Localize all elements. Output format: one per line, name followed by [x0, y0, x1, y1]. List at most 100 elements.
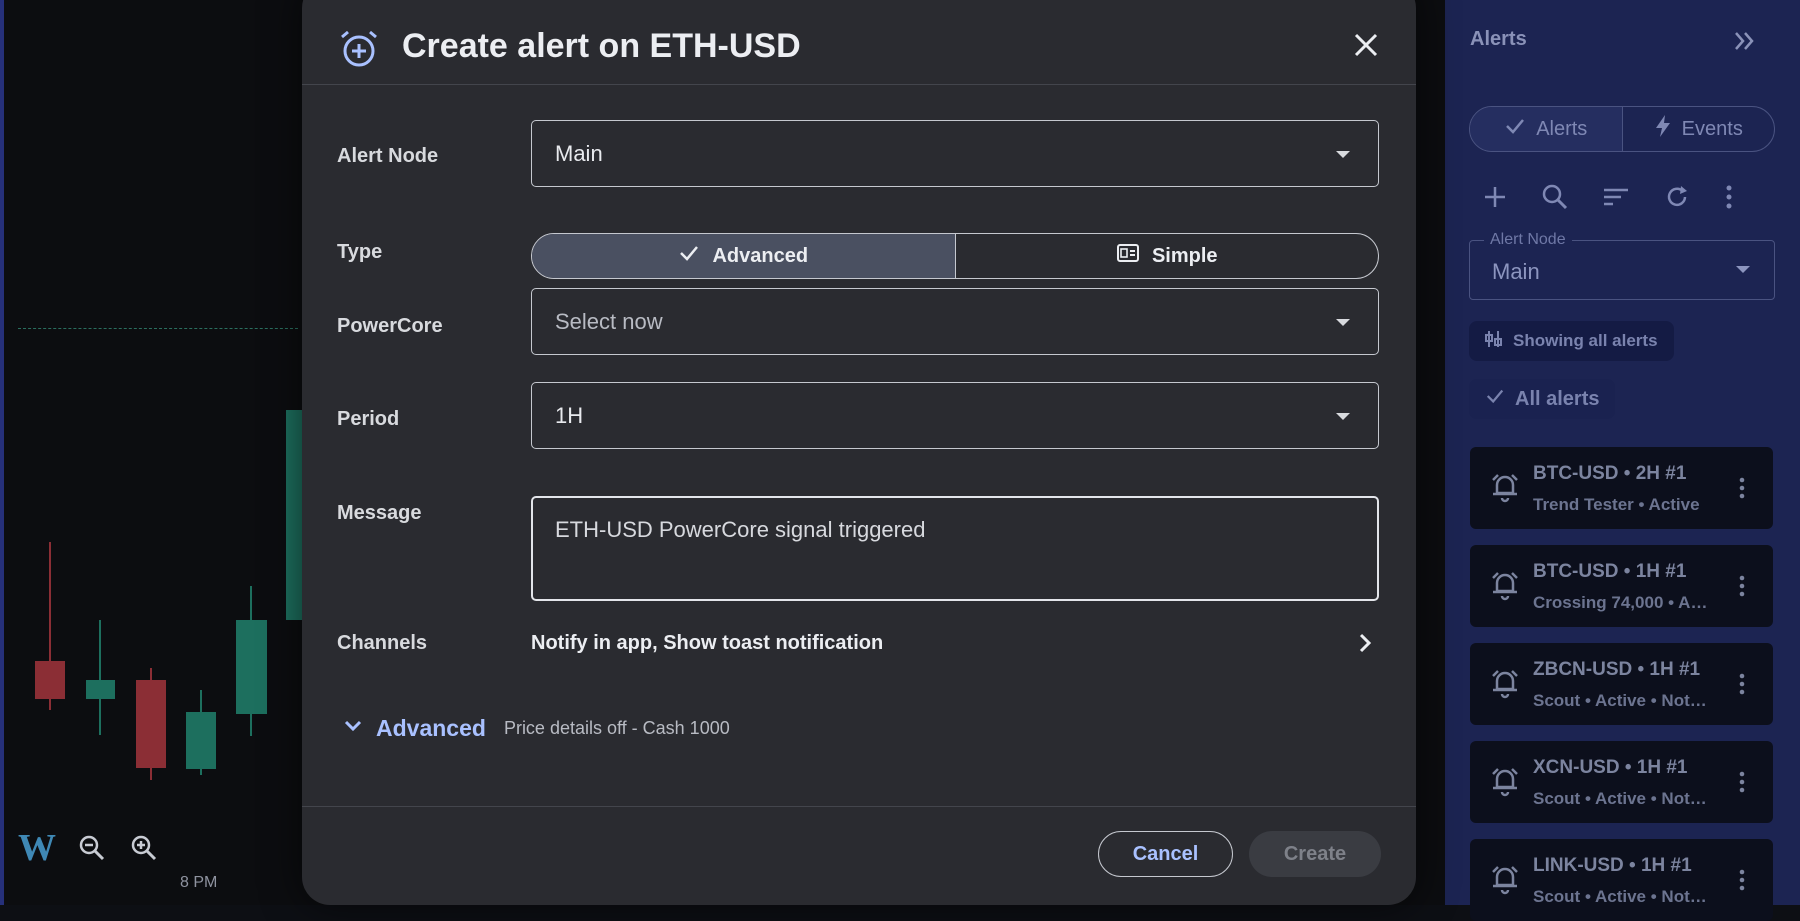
check-icon	[1504, 115, 1526, 143]
alert-subtitle: Scout • Active • Notify	[1533, 887, 1708, 906]
check-icon	[678, 242, 700, 270]
zoom-out-icon[interactable]	[78, 834, 106, 862]
candle	[136, 680, 166, 768]
alert-item[interactable]: LINK-USD • 1H #1 Scout • Active • Notify	[1470, 839, 1773, 921]
channels-label: Channels	[337, 632, 428, 654]
time-axis-label: 8 PM	[180, 874, 218, 891]
type-toggle: Advanced Simple	[531, 233, 1379, 279]
advanced-label: Advanced	[376, 715, 486, 741]
alert-subtitle: Scout • Active • Notify	[1533, 691, 1708, 710]
advanced-summary: Price details off - Cash 1000	[503, 718, 730, 738]
alert-node-label: Alert Node	[337, 145, 439, 167]
powercore-label: PowerCore	[337, 315, 443, 337]
dialog-header: Create alert on ETH-USD	[302, 0, 1416, 85]
card-icon	[1116, 243, 1140, 269]
bell-icon	[1490, 667, 1520, 704]
field-legend: Alert Node	[1484, 231, 1572, 249]
zoom-in-icon[interactable]	[130, 834, 158, 862]
alert-node-select[interactable]: Main	[531, 120, 1379, 187]
alert-title: BTC-USD • 1H #1	[1533, 561, 1687, 582]
bell-icon	[1490, 471, 1520, 508]
alert-item[interactable]: BTC-USD • 1H #1 Crossing 74,000 • Active	[1470, 545, 1773, 627]
sort-icon[interactable]	[1603, 187, 1629, 212]
alert-title: BTC-USD • 2H #1	[1533, 463, 1687, 484]
candle	[236, 620, 267, 714]
advanced-section-toggle[interactable]: Advanced Price details off - Cash 1000	[342, 715, 730, 742]
bell-icon	[1490, 569, 1520, 606]
check-icon	[1485, 386, 1505, 412]
create-alert-dialog: Create alert on ETH-USD Alert Node Main …	[302, 0, 1416, 905]
create-button[interactable]: Create	[1249, 831, 1381, 877]
dialog-title: Create alert on ETH-USD	[402, 27, 801, 65]
panel-alert-node-select[interactable]: Alert Node Main	[1469, 231, 1775, 300]
period-select[interactable]: 1H	[531, 382, 1379, 449]
alert-title: ZBCN-USD • 1H #1	[1533, 659, 1701, 680]
type-simple-option[interactable]: Simple	[956, 234, 1379, 278]
cancel-button[interactable]: Cancel	[1098, 831, 1233, 877]
filter-icon	[1485, 330, 1503, 353]
type-advanced-option[interactable]: Advanced	[532, 234, 956, 278]
select-value: 1H	[555, 403, 584, 428]
candle-wick	[99, 620, 101, 735]
filter-chip[interactable]: Showing all alerts	[1469, 321, 1674, 361]
footer-divider	[302, 806, 1416, 807]
more-vert-icon[interactable]	[1738, 869, 1746, 896]
alarm-add-icon	[338, 28, 380, 75]
message-textarea[interactable]: ETH-USD PowerCore signal triggered	[531, 496, 1379, 601]
message-label: Message	[337, 502, 422, 524]
channels-value[interactable]: Notify in app, Show toast notification	[531, 632, 883, 655]
more-vert-icon[interactable]	[1738, 575, 1746, 602]
bell-icon	[1490, 863, 1520, 900]
tab-label: Events	[1681, 117, 1743, 140]
candle	[86, 680, 115, 699]
caret-down-icon	[1336, 413, 1350, 420]
chevron-down-icon	[342, 715, 364, 742]
alerts-panel: Alerts Alerts Events Alert Node Main Sho…	[1445, 0, 1800, 921]
alerts-toolbar	[1483, 184, 1733, 215]
chart-tools: W	[18, 826, 158, 870]
option-label: Simple	[1151, 244, 1218, 267]
field-value: Main	[1492, 259, 1540, 284]
tab-events[interactable]: Events	[1623, 107, 1775, 151]
chart-edge	[0, 0, 4, 905]
alert-subtitle: Scout • Active • Notify	[1533, 789, 1708, 808]
alerts-events-tabs: Alerts Events	[1469, 106, 1775, 152]
all-alerts-chip[interactable]: All alerts	[1469, 379, 1616, 419]
powercore-select[interactable]: Select now	[531, 288, 1379, 355]
tab-alerts[interactable]: Alerts	[1470, 107, 1623, 151]
bolt-icon	[1654, 114, 1672, 144]
caret-down-icon	[1336, 151, 1350, 158]
bell-icon	[1490, 765, 1520, 802]
close-icon[interactable]	[1353, 32, 1379, 63]
more-vert-icon[interactable]	[1738, 477, 1746, 504]
alert-title: XCN-USD • 1H #1	[1533, 757, 1688, 778]
panel-title: Alerts	[1470, 28, 1527, 50]
alert-item[interactable]: XCN-USD • 1H #1 Scout • Active • Notify	[1470, 741, 1773, 823]
price-line	[18, 328, 298, 329]
chip-label: All alerts	[1515, 387, 1600, 410]
candle	[186, 712, 216, 769]
alert-item[interactable]: BTC-USD • 2H #1 Trend Tester • Active	[1470, 447, 1773, 529]
message-text: ETH-USD PowerCore signal triggered	[555, 517, 926, 542]
select-placeholder: Select now	[555, 309, 663, 334]
search-icon[interactable]	[1542, 184, 1568, 215]
logo: W	[18, 827, 56, 869]
more-vert-icon[interactable]	[1725, 185, 1733, 214]
more-vert-icon[interactable]	[1738, 673, 1746, 700]
double-chevron-icon[interactable]	[1730, 26, 1760, 61]
type-label: Type	[337, 241, 383, 263]
period-label: Period	[337, 408, 400, 430]
caret-down-icon	[1736, 266, 1750, 273]
plus-icon[interactable]	[1483, 185, 1507, 214]
refresh-icon[interactable]	[1664, 184, 1690, 215]
alert-item[interactable]: ZBCN-USD • 1H #1 Scout • Active • Notify	[1470, 643, 1773, 725]
caret-down-icon	[1336, 319, 1350, 326]
option-label: Advanced	[712, 244, 809, 267]
chevron-right-icon[interactable]	[1356, 631, 1374, 660]
alert-subtitle: Trend Tester • Active	[1533, 495, 1700, 514]
select-value: Main	[555, 141, 603, 166]
chip-label: Showing all alerts	[1513, 331, 1658, 350]
alert-title: LINK-USD • 1H #1	[1533, 855, 1692, 876]
candle	[35, 661, 65, 699]
more-vert-icon[interactable]	[1738, 771, 1746, 798]
